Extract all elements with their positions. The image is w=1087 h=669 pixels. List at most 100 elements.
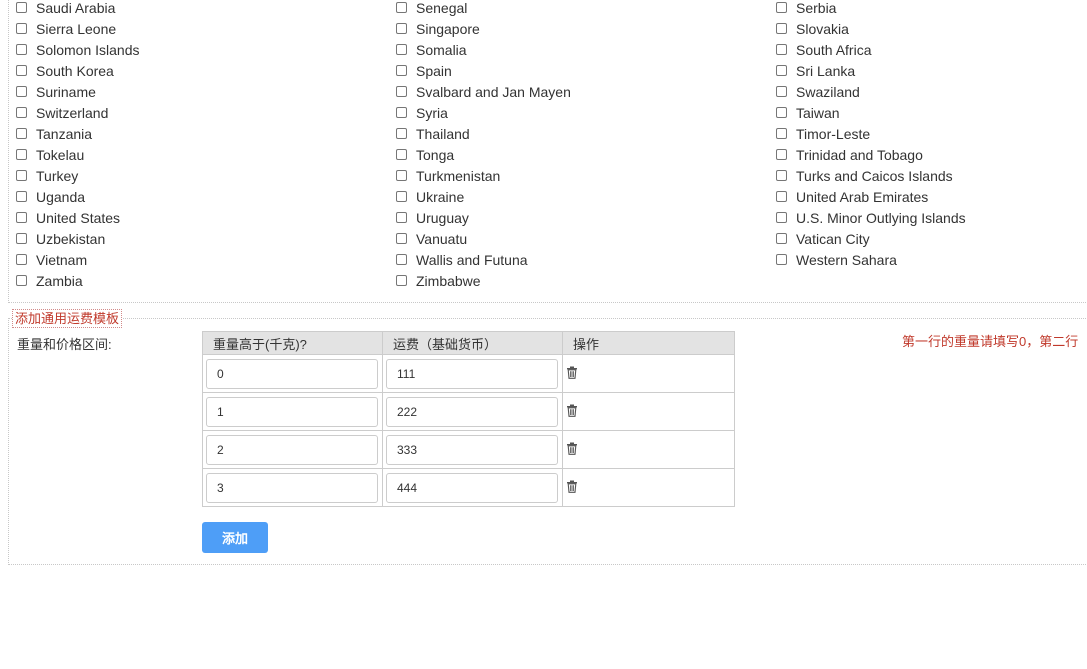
rate-table-header: 重量高于(千克)? 运费（基础货币） 操作 <box>202 331 735 355</box>
country-option[interactable]: Suriname <box>16 81 140 102</box>
country-option[interactable]: Serbia <box>776 0 966 18</box>
country-checkbox[interactable] <box>396 275 407 286</box>
country-option[interactable]: Tokelau <box>16 144 140 165</box>
weight-input[interactable]: 2 <box>206 434 378 465</box>
weight-cell: 0 <box>202 354 383 393</box>
country-option[interactable]: United Arab Emirates <box>776 186 966 207</box>
country-checkbox[interactable] <box>396 233 407 244</box>
country-checkbox[interactable] <box>396 170 407 181</box>
country-option[interactable]: South Korea <box>16 60 140 81</box>
country-option[interactable]: Saudi Arabia <box>16 0 140 18</box>
fee-input[interactable]: 222 <box>386 396 558 427</box>
country-checkbox[interactable] <box>16 23 27 34</box>
country-option[interactable]: Tanzania <box>16 123 140 144</box>
country-checkbox[interactable] <box>396 149 407 160</box>
country-option[interactable]: United States <box>16 207 140 228</box>
country-checkbox[interactable] <box>396 44 407 55</box>
country-checkbox[interactable] <box>776 65 787 76</box>
country-option[interactable]: Sri Lanka <box>776 60 966 81</box>
country-checkbox[interactable] <box>16 149 27 160</box>
country-checkbox[interactable] <box>396 128 407 139</box>
country-option[interactable]: Sierra Leone <box>16 18 140 39</box>
country-option[interactable]: Thailand <box>396 123 571 144</box>
country-option[interactable]: Timor-Leste <box>776 123 966 144</box>
country-checkbox[interactable] <box>16 191 27 202</box>
country-option[interactable]: Solomon Islands <box>16 39 140 60</box>
country-checkbox[interactable] <box>396 23 407 34</box>
country-checkbox[interactable] <box>776 23 787 34</box>
country-option[interactable]: Zambia <box>16 270 140 291</box>
country-checkbox[interactable] <box>16 128 27 139</box>
country-option[interactable]: Senegal <box>396 0 571 18</box>
fee-input[interactable]: 111 <box>386 358 558 389</box>
add-row-button[interactable]: 添加 <box>202 522 268 553</box>
trash-icon[interactable] <box>566 366 578 382</box>
trash-icon[interactable] <box>566 442 578 458</box>
country-checkbox[interactable] <box>776 128 787 139</box>
country-option[interactable]: Turkmenistan <box>396 165 571 186</box>
country-option[interactable]: Slovakia <box>776 18 966 39</box>
country-label: Suriname <box>36 83 96 100</box>
country-option[interactable]: Trinidad and Tobago <box>776 144 966 165</box>
country-option[interactable]: Vietnam <box>16 249 140 270</box>
country-checkbox[interactable] <box>776 107 787 118</box>
country-checkbox[interactable] <box>16 233 27 244</box>
country-checkbox[interactable] <box>16 2 27 13</box>
country-checkbox[interactable] <box>776 2 787 13</box>
country-checkbox[interactable] <box>396 191 407 202</box>
country-checkbox[interactable] <box>16 170 27 181</box>
weight-input[interactable]: 1 <box>206 396 378 427</box>
fee-cell: 444 <box>382 468 563 507</box>
country-checkbox[interactable] <box>396 86 407 97</box>
country-checkbox[interactable] <box>16 254 27 265</box>
country-checkbox[interactable] <box>776 170 787 181</box>
country-option[interactable]: Western Sahara <box>776 249 966 270</box>
country-option[interactable]: U.S. Minor Outlying Islands <box>776 207 966 228</box>
country-checkbox[interactable] <box>16 86 27 97</box>
country-checkbox[interactable] <box>396 254 407 265</box>
country-option[interactable]: Vanuatu <box>396 228 571 249</box>
country-checkbox[interactable] <box>396 2 407 13</box>
fee-input[interactable]: 444 <box>386 472 558 503</box>
country-checkbox[interactable] <box>16 212 27 223</box>
country-label: Turks and Caicos Islands <box>796 167 953 184</box>
country-option[interactable]: Singapore <box>396 18 571 39</box>
country-option[interactable]: Swaziland <box>776 81 966 102</box>
country-option[interactable]: Spain <box>396 60 571 81</box>
country-option[interactable]: Svalbard and Jan Mayen <box>396 81 571 102</box>
country-option[interactable]: Uzbekistan <box>16 228 140 249</box>
country-option[interactable]: Tonga <box>396 144 571 165</box>
country-option[interactable]: Taiwan <box>776 102 966 123</box>
country-checkbox[interactable] <box>776 233 787 244</box>
fee-input[interactable]: 333 <box>386 434 558 465</box>
country-option[interactable]: Uruguay <box>396 207 571 228</box>
country-option[interactable]: Vatican City <box>776 228 966 249</box>
weight-input[interactable]: 3 <box>206 472 378 503</box>
country-option[interactable]: Turks and Caicos Islands <box>776 165 966 186</box>
country-option[interactable]: Somalia <box>396 39 571 60</box>
country-checkbox[interactable] <box>16 65 27 76</box>
country-option[interactable]: Syria <box>396 102 571 123</box>
country-option[interactable]: Wallis and Futuna <box>396 249 571 270</box>
country-option[interactable]: South Africa <box>776 39 966 60</box>
country-checkbox[interactable] <box>16 44 27 55</box>
country-checkbox[interactable] <box>16 275 27 286</box>
country-checkbox[interactable] <box>776 149 787 160</box>
country-checkbox[interactable] <box>776 191 787 202</box>
country-option[interactable]: Uganda <box>16 186 140 207</box>
trash-icon[interactable] <box>566 480 578 496</box>
country-checkbox[interactable] <box>776 86 787 97</box>
country-option[interactable]: Switzerland <box>16 102 140 123</box>
trash-icon[interactable] <box>566 404 578 420</box>
country-checkbox[interactable] <box>776 212 787 223</box>
country-checkbox[interactable] <box>396 212 407 223</box>
weight-input[interactable]: 0 <box>206 358 378 389</box>
country-checkbox[interactable] <box>396 65 407 76</box>
country-option[interactable]: Zimbabwe <box>396 270 571 291</box>
country-checkbox[interactable] <box>776 44 787 55</box>
country-checkbox[interactable] <box>396 107 407 118</box>
country-checkbox[interactable] <box>16 107 27 118</box>
country-option[interactable]: Turkey <box>16 165 140 186</box>
country-checkbox[interactable] <box>776 254 787 265</box>
country-option[interactable]: Ukraine <box>396 186 571 207</box>
